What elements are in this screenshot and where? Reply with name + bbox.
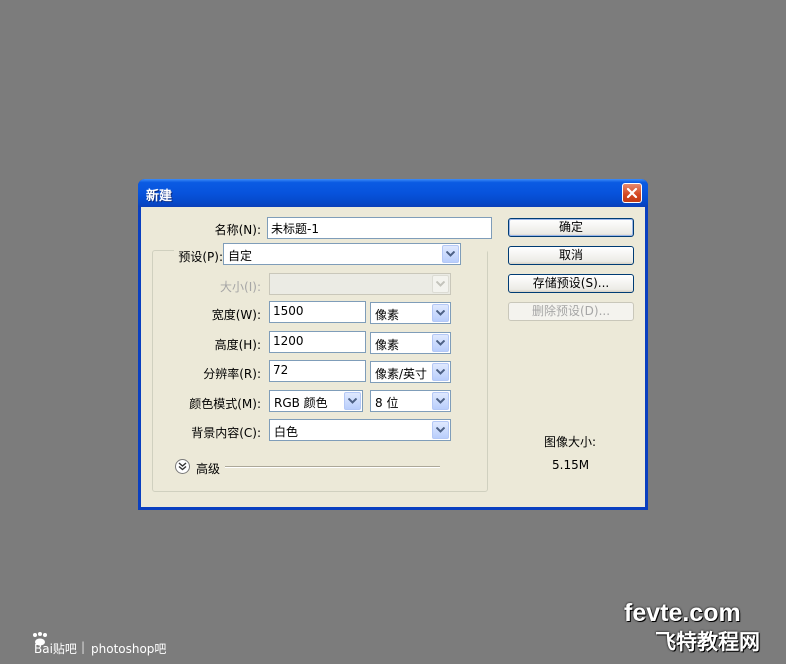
height-input[interactable]: 1200 <box>269 331 366 353</box>
chevron-down-icon[interactable] <box>432 421 449 439</box>
fevte-cn-watermark: 飞特教程网 <box>655 630 760 654</box>
image-size-value: 5.15M <box>552 458 590 472</box>
chevron-down-icon[interactable] <box>442 245 459 263</box>
height-unit-value: 像素 <box>375 338 400 352</box>
chevron-down-icon[interactable] <box>344 392 361 410</box>
dialog-body: 名称(N): 未标题-1 预设(P): 自定 大小(I): 宽度(W): 150… <box>141 207 645 507</box>
dialog-title: 新建 <box>146 189 173 204</box>
width-unit-value: 像素 <box>375 308 400 322</box>
close-button[interactable] <box>622 183 642 203</box>
color-mode-select[interactable]: RGB 颜色 <box>269 390 363 412</box>
height-unit-select[interactable]: 像素 <box>370 332 451 354</box>
resolution-unit-value: 像素/英寸 <box>375 367 428 381</box>
size-label: 大小(I): <box>220 280 261 294</box>
color-mode-value: RGB 颜色 <box>274 396 328 410</box>
baidu-tieba-watermark: Bai贴吧 <box>34 642 77 656</box>
image-size-label: 图像大小: <box>544 435 597 449</box>
chevron-down-icon[interactable] <box>432 392 449 410</box>
cancel-button[interactable]: 取消 <box>508 246 634 265</box>
height-label: 高度(H): <box>214 338 261 352</box>
close-icon <box>626 187 638 199</box>
background-select[interactable]: 白色 <box>269 419 451 441</box>
resolution-unit-select[interactable]: 像素/英寸 <box>370 361 451 383</box>
ok-button[interactable]: 确定 <box>508 218 634 237</box>
bit-depth-value: 8 位 <box>375 396 399 410</box>
photoshop-forum-watermark: photoshop吧 <box>91 642 167 656</box>
group-box-gap <box>461 250 487 260</box>
preset-label: 预设(P): <box>174 248 225 265</box>
width-input[interactable]: 1500 <box>269 301 366 323</box>
fevte-site-watermark: fevte.com <box>624 599 741 627</box>
width-unit-select[interactable]: 像素 <box>370 302 451 324</box>
preset-select[interactable]: 自定 <box>223 243 461 265</box>
save-preset-button[interactable]: 存储预设(S)... <box>508 274 634 293</box>
preset-value: 自定 <box>228 249 253 263</box>
chevron-down-icon[interactable] <box>432 363 449 381</box>
resolution-label: 分辨率(R): <box>203 367 261 381</box>
chevron-down-icon[interactable] <box>432 304 449 322</box>
width-label: 宽度(W): <box>211 308 261 322</box>
background-label: 背景内容(C): <box>191 426 261 440</box>
size-select <box>269 273 451 295</box>
advanced-label[interactable]: 高级 <box>196 460 220 477</box>
advanced-separator <box>225 466 440 468</box>
color-mode-label: 颜色模式(M): <box>189 397 261 411</box>
expand-advanced-icon[interactable] <box>175 459 190 474</box>
title-bar[interactable]: 新建 <box>138 179 648 207</box>
resolution-input[interactable]: 72 <box>269 360 366 382</box>
bit-depth-select[interactable]: 8 位 <box>370 390 451 412</box>
name-input[interactable]: 未标题-1 <box>267 217 492 239</box>
chevron-down-icon[interactable] <box>432 334 449 352</box>
chevron-down-icon <box>432 275 449 293</box>
delete-preset-button: 删除预设(D)... <box>508 302 634 321</box>
name-label: 名称(N): <box>214 223 261 237</box>
watermark-separator: | <box>81 640 86 654</box>
new-document-dialog: 新建 名称(N): 未标题-1 预设(P): 自定 大小(I): 宽度(W): … <box>138 179 648 510</box>
background-value: 白色 <box>274 425 299 439</box>
